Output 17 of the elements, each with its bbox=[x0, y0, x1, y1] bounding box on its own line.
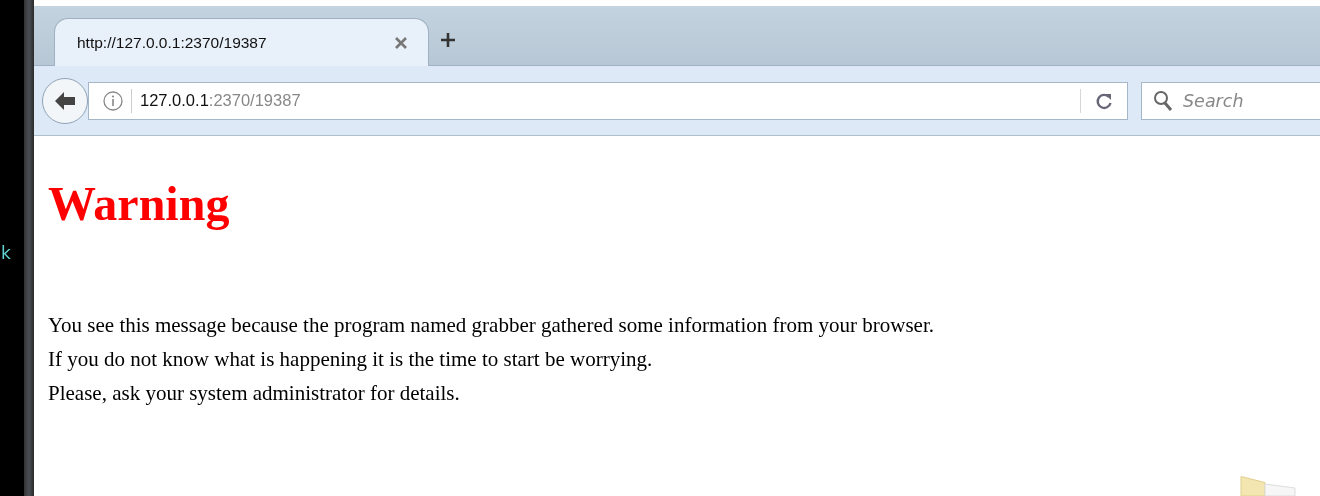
back-button[interactable] bbox=[42, 77, 88, 124]
message-text: If you do not know what is happening it is the time to start be worrying. bbox=[48, 346, 654, 373]
back-arrow-icon bbox=[54, 90, 76, 111]
url-text: 127.0.0.1:2370/19387 bbox=[140, 91, 302, 110]
new-tab-icon[interactable] bbox=[439, 31, 457, 49]
address-field[interactable]: 127.0.0.1:2370/19387 bbox=[88, 81, 1128, 120]
message-text: You see this message because the program named grabber gathered some information from your browser. bbox=[48, 312, 936, 339]
window-text-fragment: k bbox=[1, 243, 11, 263]
search-field[interactable]: Search bbox=[1141, 81, 1320, 120]
folder-icon bbox=[1240, 476, 1296, 496]
close-icon[interactable] bbox=[394, 35, 408, 50]
search-icon bbox=[1153, 89, 1173, 112]
message-text: Please, ask your system administrator for details. bbox=[48, 380, 461, 407]
reload-icon bbox=[1095, 91, 1113, 110]
warning-heading: Warning bbox=[48, 176, 231, 232]
info-icon bbox=[103, 90, 123, 111]
browser-tab[interactable]: http://127.0.0.1:2370/19387 bbox=[54, 18, 429, 66]
